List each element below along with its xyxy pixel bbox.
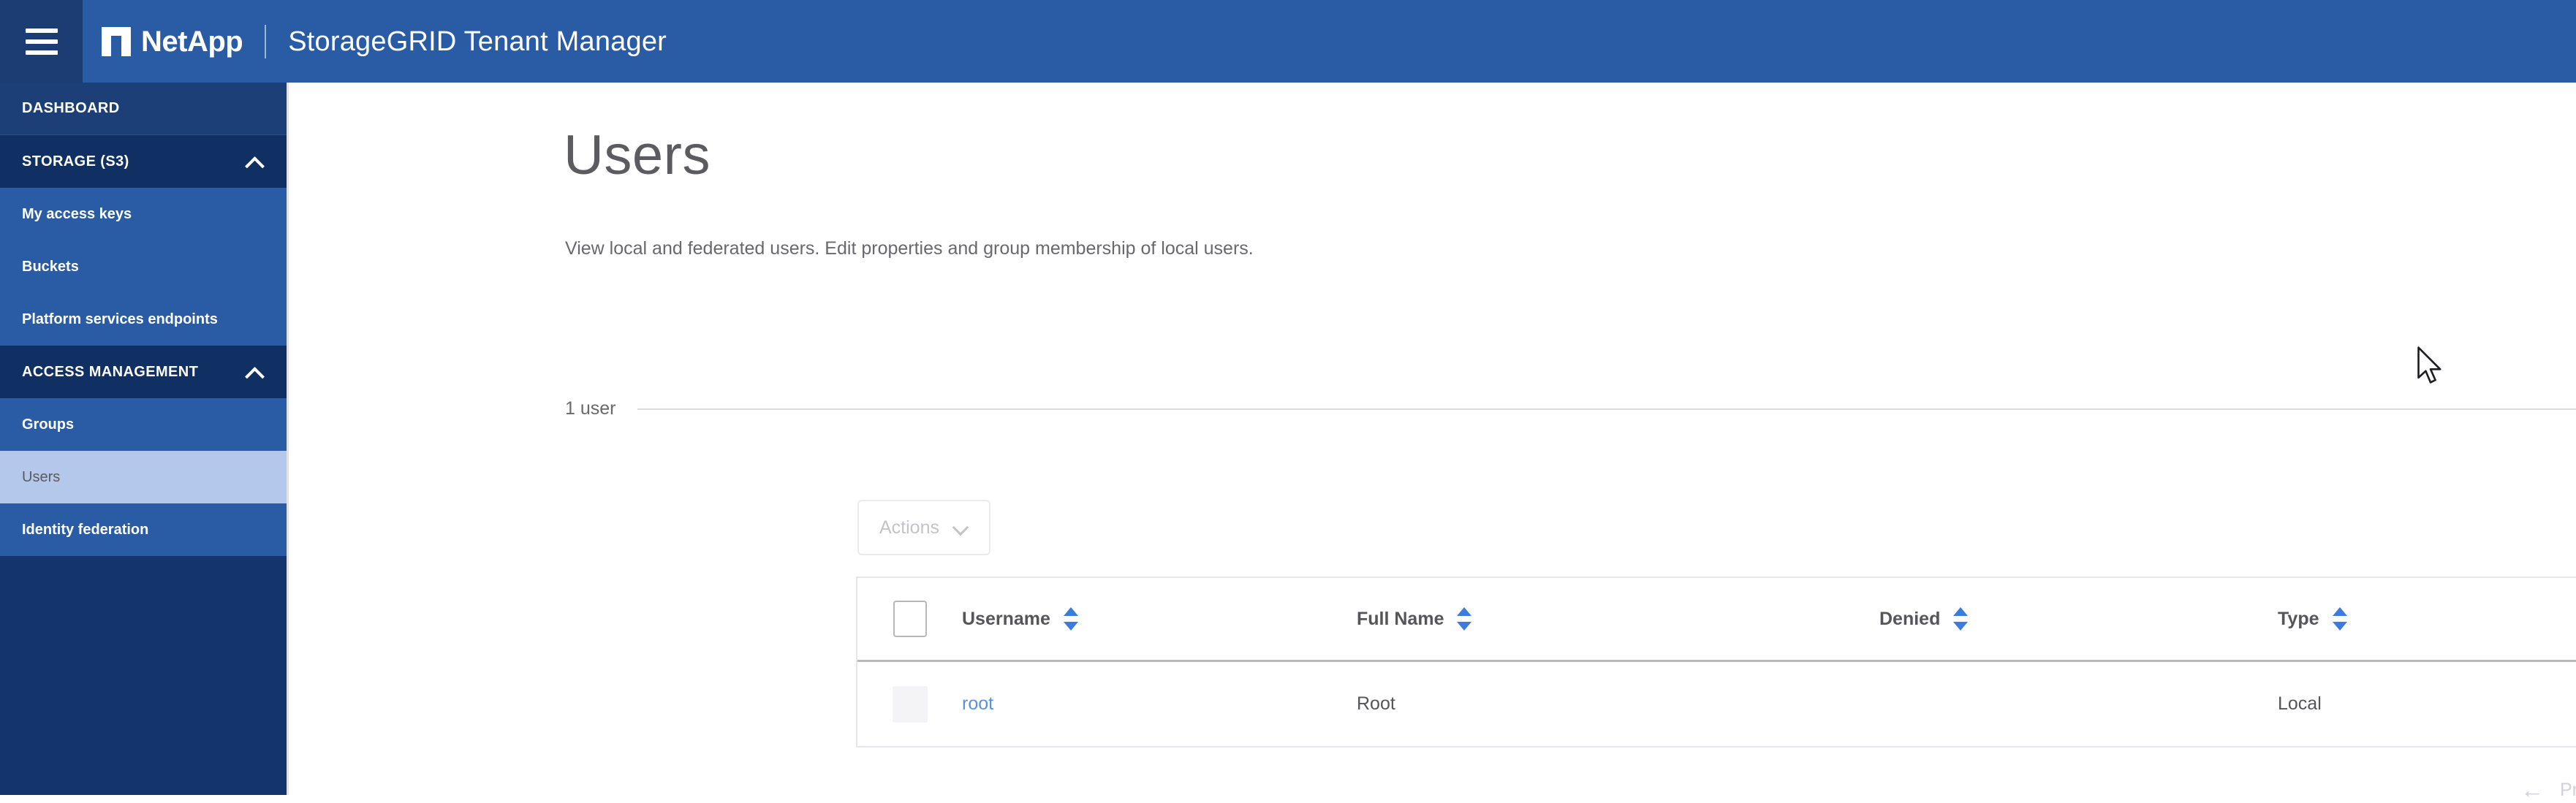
chevron-up-icon[interactable]: [246, 156, 263, 167]
sidebar-item-label: Groups: [22, 416, 75, 433]
actions-dropdown-label: Actions: [879, 517, 939, 538]
sidebar-item-label: My access keys: [22, 205, 132, 222]
sidebar-item-label: Users: [22, 468, 61, 485]
sidebar-item-buckets[interactable]: Buckets: [0, 240, 287, 293]
sidebar-item-users[interactable]: Users: [0, 451, 287, 503]
select-all-checkbox[interactable]: [893, 601, 927, 637]
app-title: StorageGRID Tenant Manager: [288, 26, 667, 57]
sidebar-item-label: Identity federation: [22, 521, 149, 538]
column-header-username-label: Username: [962, 608, 1050, 629]
previous-page-button[interactable]: Previous: [2560, 780, 2576, 801]
table-header-row: Username Full Name Denied Type: [857, 578, 2576, 662]
sort-icon[interactable]: [1457, 606, 1472, 631]
column-header-full-name[interactable]: Full Name: [1357, 606, 1879, 631]
sidebar-item-platform-services-endpoints[interactable]: Platform services endpoints: [0, 293, 287, 346]
pagination: ← Previous 1 Next →: [2520, 778, 2576, 802]
sidebar-item-groups[interactable]: Groups: [0, 398, 287, 451]
cell-full-name: Root: [1357, 693, 1879, 715]
column-header-type-label: Type: [2278, 608, 2319, 629]
column-header-type[interactable]: Type: [2278, 606, 2576, 631]
hamburger-menu-button[interactable]: [0, 0, 83, 83]
sidebar-section-access-management-label: ACCESS MANAGEMENT: [22, 363, 199, 380]
sort-icon[interactable]: [1953, 606, 1969, 631]
sidebar-section-access-management[interactable]: ACCESS MANAGEMENT: [0, 346, 287, 398]
page-subtitle: View local and federated users. Edit pro…: [565, 238, 1254, 259]
sidebar-item-label: Buckets: [22, 258, 79, 275]
horizontal-divider: [637, 408, 2576, 410]
sidebar-item-identity-federation[interactable]: Identity federation: [0, 503, 287, 556]
brand-divider: [265, 24, 267, 58]
cell-full-name-value: Root: [1357, 693, 1395, 714]
sidebar-section-dashboard-label: DASHBOARD: [22, 100, 120, 116]
sidebar-section-storage-label: STORAGE (S3): [22, 153, 129, 170]
sidebar-section-storage[interactable]: STORAGE (S3): [0, 135, 287, 188]
column-header-denied[interactable]: Denied: [1879, 606, 2278, 631]
table-row[interactable]: root Root Local: [857, 662, 2576, 746]
column-header-denied-label: Denied: [1879, 608, 1941, 629]
row-checkbox[interactable]: [892, 685, 928, 723]
actions-dropdown[interactable]: Actions: [857, 500, 990, 555]
cell-type-value: Local: [2278, 693, 2322, 714]
row-select-cell: [857, 685, 962, 723]
page-title: Users: [564, 124, 711, 186]
brand-area: NetApp StorageGRID Tenant Manager: [83, 0, 667, 83]
netapp-logo-icon: [102, 26, 131, 56]
user-count-row: 1 user: [565, 398, 2576, 419]
chevron-up-icon[interactable]: [246, 367, 263, 377]
netapp-wordmark: NetApp: [141, 25, 243, 58]
sidebar-item-my-access-keys[interactable]: My access keys: [0, 188, 287, 240]
sort-icon[interactable]: [2332, 606, 2347, 631]
user-count-label: 1 user: [565, 398, 616, 419]
hamburger-menu-icon: [25, 28, 58, 55]
users-table: Username Full Name Denied Type root Root…: [856, 576, 2576, 747]
sidebar-section-dashboard[interactable]: DASHBOARD: [0, 83, 287, 135]
select-all-cell: [857, 601, 962, 637]
user-link[interactable]: root: [962, 693, 993, 714]
chevron-down-icon: [952, 523, 969, 533]
sort-icon[interactable]: [1063, 606, 1078, 631]
top-header-bar: NetApp StorageGRID Tenant Manager: [0, 0, 2576, 83]
arrow-left-icon[interactable]: ←: [2520, 778, 2544, 802]
cell-type: Local: [2278, 693, 2576, 715]
column-header-username[interactable]: Username: [962, 606, 1357, 631]
main-content: Users View local and federated users. Ed…: [291, 83, 2576, 802]
column-header-full-name-label: Full Name: [1357, 608, 1444, 629]
sidebar-navigation: DASHBOARD STORAGE (S3) My access keys Bu…: [0, 83, 289, 795]
cell-username: root: [962, 693, 1357, 715]
sidebar-item-label: Platform services endpoints: [22, 311, 218, 327]
